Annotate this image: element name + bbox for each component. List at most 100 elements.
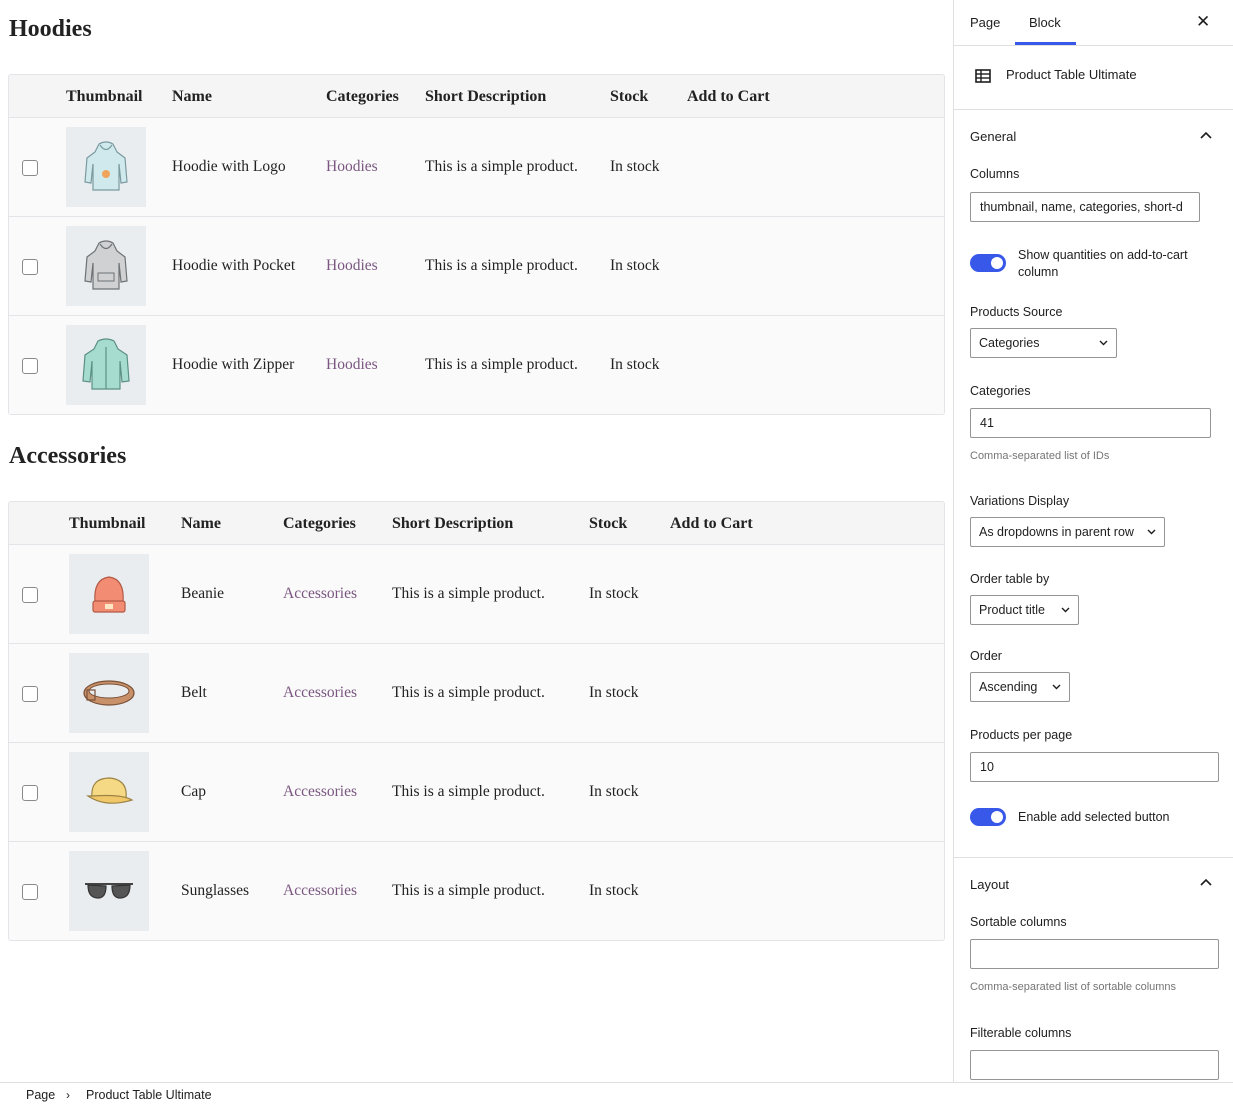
product-category-link[interactable]: Hoodies xyxy=(326,356,378,374)
product-category-link[interactable]: Accessories xyxy=(283,684,357,702)
section-title-accessories: Accessories xyxy=(9,443,127,469)
columns-label: Columns xyxy=(970,167,1020,181)
product-description: This is a simple product. xyxy=(392,684,545,701)
show-quantities-toggle[interactable] xyxy=(970,254,1006,272)
per-page-label: Products per page xyxy=(970,728,1073,742)
variations-value: As dropdowns in parent row xyxy=(979,525,1134,539)
products-source-select[interactable]: Categories xyxy=(970,328,1117,358)
products-source-value: Categories xyxy=(979,336,1040,350)
header-stock[interactable]: Stock xyxy=(610,88,648,106)
header-short-description[interactable]: Short Description xyxy=(392,515,513,533)
row-checkbox[interactable] xyxy=(22,686,38,702)
product-stock: In stock xyxy=(610,158,660,175)
header-thumbnail[interactable]: Thumbnail xyxy=(69,515,145,533)
row-checkbox[interactable] xyxy=(22,587,38,603)
header-categories[interactable]: Categories xyxy=(283,515,356,533)
product-description: This is a simple product. xyxy=(425,257,578,274)
product-name[interactable]: Beanie xyxy=(181,585,224,603)
per-page-input[interactable]: 10 xyxy=(970,752,1219,782)
hoodie-zipper-icon[interactable] xyxy=(66,325,146,405)
close-icon[interactable]: ✕ xyxy=(1196,12,1210,32)
header-short-description[interactable]: Short Description xyxy=(425,88,546,106)
product-name[interactable]: Cap xyxy=(181,783,206,801)
row-checkbox[interactable] xyxy=(22,160,38,176)
table-row: Belt Accessories This is a simple produc… xyxy=(9,644,944,743)
header-add-to-cart[interactable]: Add to Cart xyxy=(687,88,770,106)
header-stock[interactable]: Stock xyxy=(589,515,627,533)
product-description: This is a simple product. xyxy=(392,783,545,800)
sunglasses-icon[interactable] xyxy=(69,851,149,931)
products-source-label: Products Source xyxy=(970,305,1063,319)
product-category-link[interactable]: Accessories xyxy=(283,882,357,900)
row-checkbox[interactable] xyxy=(22,884,38,900)
tab-block[interactable]: Block xyxy=(1029,15,1061,30)
sortable-input[interactable] xyxy=(970,939,1219,969)
table-row: Sunglasses Accessories This is a simple … xyxy=(9,842,944,940)
filterable-input[interactable] xyxy=(970,1050,1219,1080)
header-categories[interactable]: Categories xyxy=(326,88,399,106)
panel-divider xyxy=(954,857,1233,858)
variations-select[interactable]: As dropdowns in parent row xyxy=(970,517,1165,547)
order-by-value: Product title xyxy=(979,603,1046,617)
table-header: Thumbnail Name Categories Short Descript… xyxy=(9,75,944,118)
product-table-hoodies: Thumbnail Name Categories Short Descript… xyxy=(8,74,945,415)
product-category-link[interactable]: Accessories xyxy=(283,585,357,603)
product-name[interactable]: Belt xyxy=(181,684,207,702)
product-category-link[interactable]: Hoodies xyxy=(326,158,378,176)
header-name[interactable]: Name xyxy=(181,515,221,533)
hoodie-pocket-icon[interactable] xyxy=(66,226,146,306)
product-description: This is a simple product. xyxy=(425,356,578,373)
variations-label: Variations Display xyxy=(970,494,1070,508)
chevron-right-icon: › xyxy=(66,1088,70,1102)
breadcrumb-block[interactable]: Product Table Ultimate xyxy=(86,1088,212,1102)
cap-icon[interactable] xyxy=(69,752,149,832)
hoodie-logo-icon[interactable] xyxy=(66,127,146,207)
sidebar-tabs: Page Block ✕ xyxy=(954,0,1233,46)
order-select[interactable]: Ascending xyxy=(970,672,1070,702)
categories-label: Categories xyxy=(970,384,1031,398)
chevron-down-icon xyxy=(1099,340,1108,346)
product-name[interactable]: Hoodie with Zipper xyxy=(172,356,294,374)
row-checkbox[interactable] xyxy=(22,358,38,374)
panel-title-layout[interactable]: Layout xyxy=(970,877,1009,892)
table-row: Hoodie with Zipper Hoodies This is a sim… xyxy=(9,316,944,414)
header-name[interactable]: Name xyxy=(172,88,212,106)
tab-page[interactable]: Page xyxy=(970,15,1000,30)
row-checkbox[interactable] xyxy=(22,785,38,801)
header-add-to-cart[interactable]: Add to Cart xyxy=(670,515,753,533)
product-table-accessories: Thumbnail Name Categories Short Descript… xyxy=(8,501,945,941)
product-name[interactable]: Sunglasses xyxy=(181,882,249,900)
block-card: Product Table Ultimate xyxy=(954,46,1233,110)
beanie-icon[interactable] xyxy=(69,554,149,634)
product-stock: In stock xyxy=(589,882,639,899)
filterable-label: Filterable columns xyxy=(970,1026,1072,1040)
product-name[interactable]: Hoodie with Pocket xyxy=(172,257,295,275)
product-stock: In stock xyxy=(589,585,639,602)
table-icon xyxy=(975,69,991,83)
product-name[interactable]: Hoodie with Logo xyxy=(172,158,286,176)
columns-input[interactable]: thumbnail, name, categories, short-d xyxy=(970,192,1200,222)
product-description: This is a simple product. xyxy=(392,882,545,899)
categories-input[interactable]: 41 xyxy=(970,408,1211,438)
chevron-down-icon xyxy=(1147,529,1156,535)
order-by-select[interactable]: Product title xyxy=(970,595,1079,625)
active-tab-indicator xyxy=(1015,42,1076,45)
product-category-link[interactable]: Accessories xyxy=(283,783,357,801)
row-checkbox[interactable] xyxy=(22,259,38,275)
product-category-link[interactable]: Hoodies xyxy=(326,257,378,275)
breadcrumb: Page › Product Table Ultimate xyxy=(0,1082,1233,1106)
panel-title-general[interactable]: General xyxy=(970,129,1016,144)
breadcrumb-page[interactable]: Page xyxy=(26,1088,55,1102)
block-title: Product Table Ultimate xyxy=(1006,67,1137,82)
belt-icon[interactable] xyxy=(69,653,149,733)
settings-sidebar: Page Block ✕ Product Table Ultimate Gene… xyxy=(953,0,1233,1082)
chevron-down-icon xyxy=(1061,607,1070,613)
product-stock: In stock xyxy=(610,257,660,274)
chevron-up-icon[interactable] xyxy=(1200,878,1212,886)
table-row: Hoodie with Logo Hoodies This is a simpl… xyxy=(9,118,944,217)
header-thumbnail[interactable]: Thumbnail xyxy=(66,88,142,106)
order-by-label: Order table by xyxy=(970,572,1050,586)
product-description: This is a simple product. xyxy=(392,585,545,602)
chevron-up-icon[interactable] xyxy=(1200,131,1212,139)
add-selected-toggle[interactable] xyxy=(970,808,1006,826)
